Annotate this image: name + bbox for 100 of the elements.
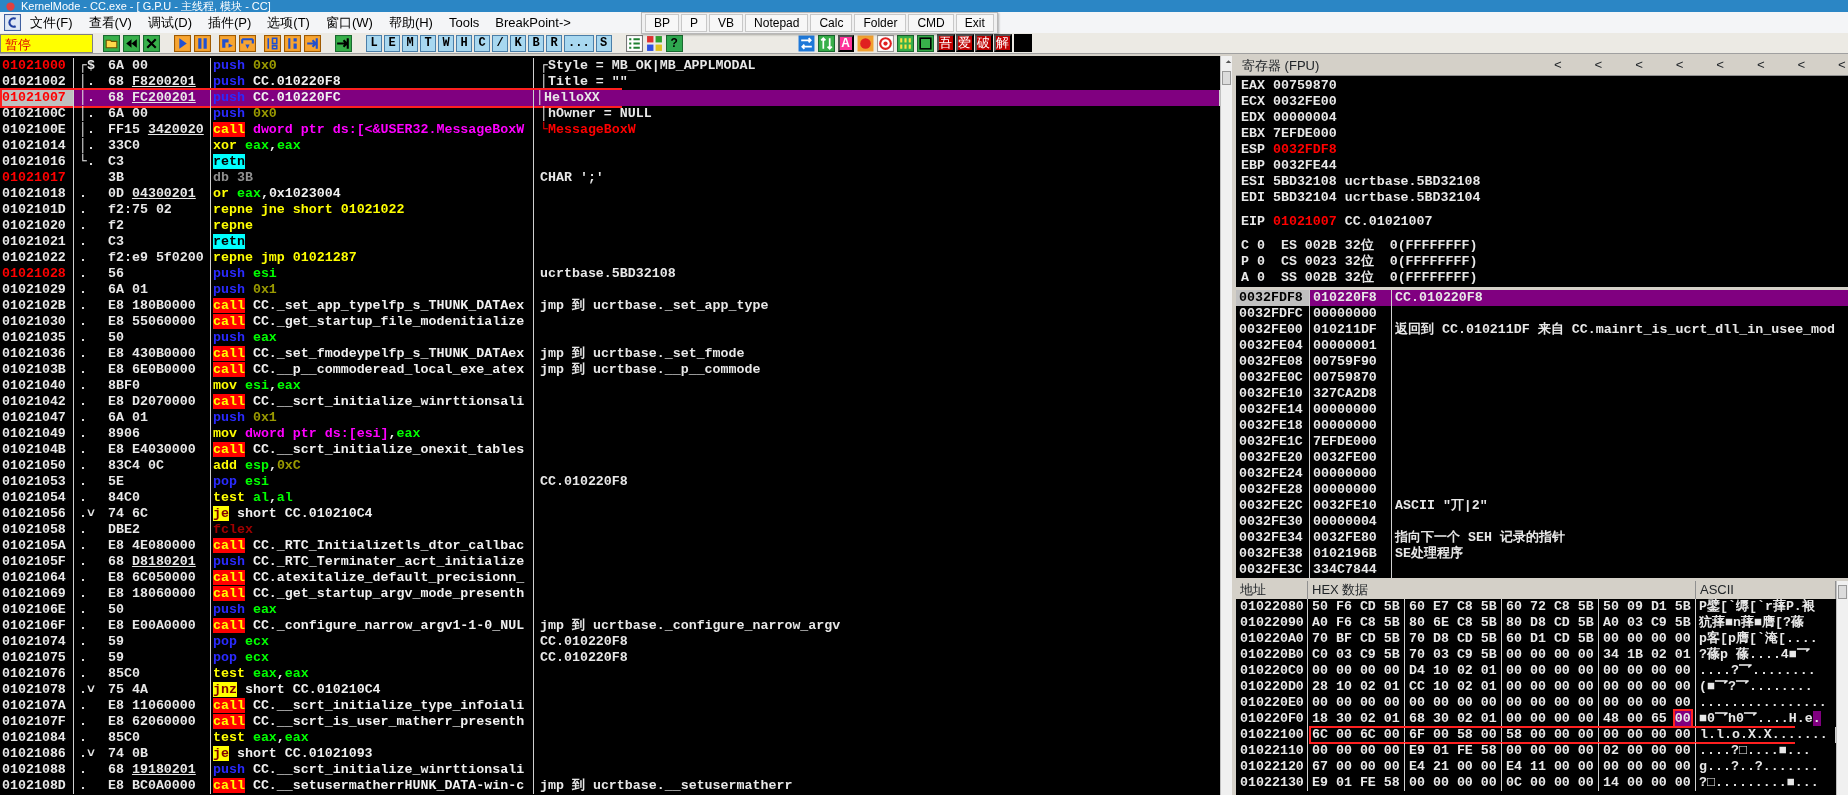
play-icon[interactable] <box>174 34 191 52</box>
scrollbar[interactable] <box>1220 56 1232 795</box>
register-value[interactable]: 0032FDF8 <box>1272 142 1337 157</box>
app-icon[interactable] <box>4 14 21 31</box>
collapse-arrow[interactable]: < <box>1675 55 1686 76</box>
toolbar-button[interactable]: ... <box>564 34 594 52</box>
menu-item[interactable]: 选项(T) <box>260 12 317 33</box>
toolbar-button[interactable]: S <box>595 34 612 52</box>
stack-address[interactable]: 0032FE2C <box>1236 498 1310 514</box>
stack-address[interactable]: 0032FE04 <box>1236 338 1310 354</box>
column-header[interactable]: HEX 数据 <box>1308 581 1696 599</box>
stack-address[interactable]: 0032FDF8 <box>1236 290 1310 306</box>
menu-item[interactable]: BreakPoint-> <box>488 12 578 33</box>
quick-launch-button[interactable]: Calc <box>810 14 853 32</box>
rewind-icon[interactable] <box>123 34 140 52</box>
goto-icon[interactable] <box>335 34 352 52</box>
register-value[interactable]: 7EFDE000 <box>1272 126 1337 141</box>
toolbar-button[interactable]: E <box>384 34 400 52</box>
folder-icon[interactable] <box>103 34 120 52</box>
register-value[interactable]: 0032FE44 <box>1272 158 1337 173</box>
toolbar-button[interactable]: B <box>528 34 544 52</box>
menu-item[interactable]: 窗口(W) <box>318 12 380 33</box>
menu-item[interactable]: 调试(D) <box>140 12 199 33</box>
help-button[interactable]: ? <box>665 34 683 52</box>
toolbar-button[interactable]: R <box>546 34 562 52</box>
register-value[interactable]: 5BD32104 <box>1272 190 1337 205</box>
register-value[interactable]: 00000004 <box>1272 110 1337 125</box>
quick-launch-button[interactable]: Folder <box>854 14 907 32</box>
collapse-arrow[interactable]: < <box>1797 55 1808 76</box>
quick-launch-button[interactable]: VB <box>709 14 744 32</box>
register-value[interactable]: 01021007 <box>1272 214 1337 229</box>
toolbar-button[interactable]: 吾 <box>936 34 955 52</box>
toolbar-button[interactable]: 爱 <box>955 34 974 52</box>
toolbar-button[interactable]: 破 <box>974 34 993 52</box>
quick-launch-button[interactable]: Notepad <box>745 14 809 32</box>
swap-arrows-icon[interactable] <box>797 34 815 52</box>
square-icon[interactable] <box>1013 34 1032 52</box>
collapse-arrow[interactable]: < <box>1756 55 1767 76</box>
window-icon[interactable] <box>916 34 934 52</box>
stack-address[interactable]: 0032FE08 <box>1236 354 1310 370</box>
return-icon[interactable] <box>304 34 321 52</box>
menu-item[interactable]: 查看(V) <box>81 12 139 33</box>
toolbar-button[interactable]: H <box>456 34 472 52</box>
grid-icon[interactable] <box>645 34 663 52</box>
cursor-char[interactable]: . <box>1812 711 1821 726</box>
stack-address[interactable]: 0032FE10 <box>1236 386 1310 402</box>
scrollbar-thumb[interactable] <box>1838 585 1847 599</box>
menu-item[interactable]: 插件(P) <box>201 12 259 33</box>
register-value[interactable]: 0032FE00 <box>1272 94 1337 109</box>
collapse-arrow[interactable]: < <box>1838 55 1848 76</box>
collapse-arrow[interactable]: < <box>1554 55 1564 76</box>
quick-launch-button[interactable]: Exit <box>955 14 994 32</box>
list-icon[interactable] <box>625 34 643 52</box>
menu-item[interactable]: 文件(F) <box>23 12 80 33</box>
collapse-arrow[interactable]: < <box>1635 55 1646 76</box>
register-value[interactable]: 00759870 <box>1272 78 1337 93</box>
stack-address[interactable]: 0032FE3C <box>1236 562 1310 578</box>
stack-address[interactable]: 0032FDFC <box>1236 306 1310 322</box>
trace-icon[interactable] <box>284 34 301 52</box>
scrollbar[interactable] <box>1836 581 1848 795</box>
register-value[interactable]: 5BD32108 <box>1272 174 1337 189</box>
menu-item[interactable]: 帮助(H) <box>381 12 440 33</box>
trace-icon[interactable] <box>264 34 281 52</box>
up-down-arrows-icon[interactable] <box>817 34 835 52</box>
toolbar-button[interactable]: M <box>402 34 418 52</box>
stack-address[interactable]: 0032FE0C <box>1236 370 1310 386</box>
stack-address[interactable]: 0032FE00 <box>1236 322 1310 338</box>
quick-launch-button[interactable]: P <box>681 14 708 32</box>
stack-address[interactable]: 0032FE38 <box>1236 546 1310 562</box>
toolbar-button[interactable]: W <box>438 34 454 52</box>
pause-icon[interactable] <box>194 34 211 52</box>
toolbar-button[interactable]: 解 <box>993 34 1012 52</box>
branch-mark: . <box>78 442 88 458</box>
column-header[interactable]: 地址 <box>1236 581 1308 599</box>
binary-icon[interactable] <box>896 34 914 52</box>
collapse-arrow[interactable]: < <box>1594 55 1605 76</box>
stack-address[interactable]: 0032FE30 <box>1236 514 1310 530</box>
toolbar-button[interactable]: T <box>420 34 436 52</box>
stack-address[interactable]: 0032FE24 <box>1236 466 1310 482</box>
close-icon[interactable] <box>143 34 160 52</box>
toolbar-button[interactable]: C <box>474 34 490 52</box>
stack-address[interactable]: 0032FE20 <box>1236 450 1310 466</box>
quick-launch-button[interactable]: BP <box>645 14 679 32</box>
menu-item[interactable]: Tools <box>441 12 487 33</box>
scrollbar-thumb[interactable] <box>1222 71 1231 85</box>
stack-address[interactable]: 0032FE14 <box>1236 402 1310 418</box>
toolbar-button[interactable]: K <box>510 34 526 52</box>
record-icon[interactable] <box>856 34 874 52</box>
quick-launch-button[interactable]: CMD <box>908 14 954 32</box>
target-icon[interactable] <box>876 34 894 52</box>
toolbar-button[interactable]: / <box>492 34 508 52</box>
step-icon[interactable] <box>239 34 256 52</box>
stack-address[interactable]: 0032FE1C <box>1236 434 1310 450</box>
toolbar-button[interactable]: L <box>366 34 382 52</box>
collapse-arrow[interactable]: < <box>1716 55 1727 76</box>
cursor-byte[interactable]: 00 <box>1674 711 1691 726</box>
stack-address[interactable]: 0032FE18 <box>1236 418 1310 434</box>
stack-address[interactable]: 0032FE28 <box>1236 482 1310 498</box>
stack-address[interactable]: 0032FE34 <box>1236 530 1310 546</box>
step-icon[interactable] <box>219 34 236 52</box>
